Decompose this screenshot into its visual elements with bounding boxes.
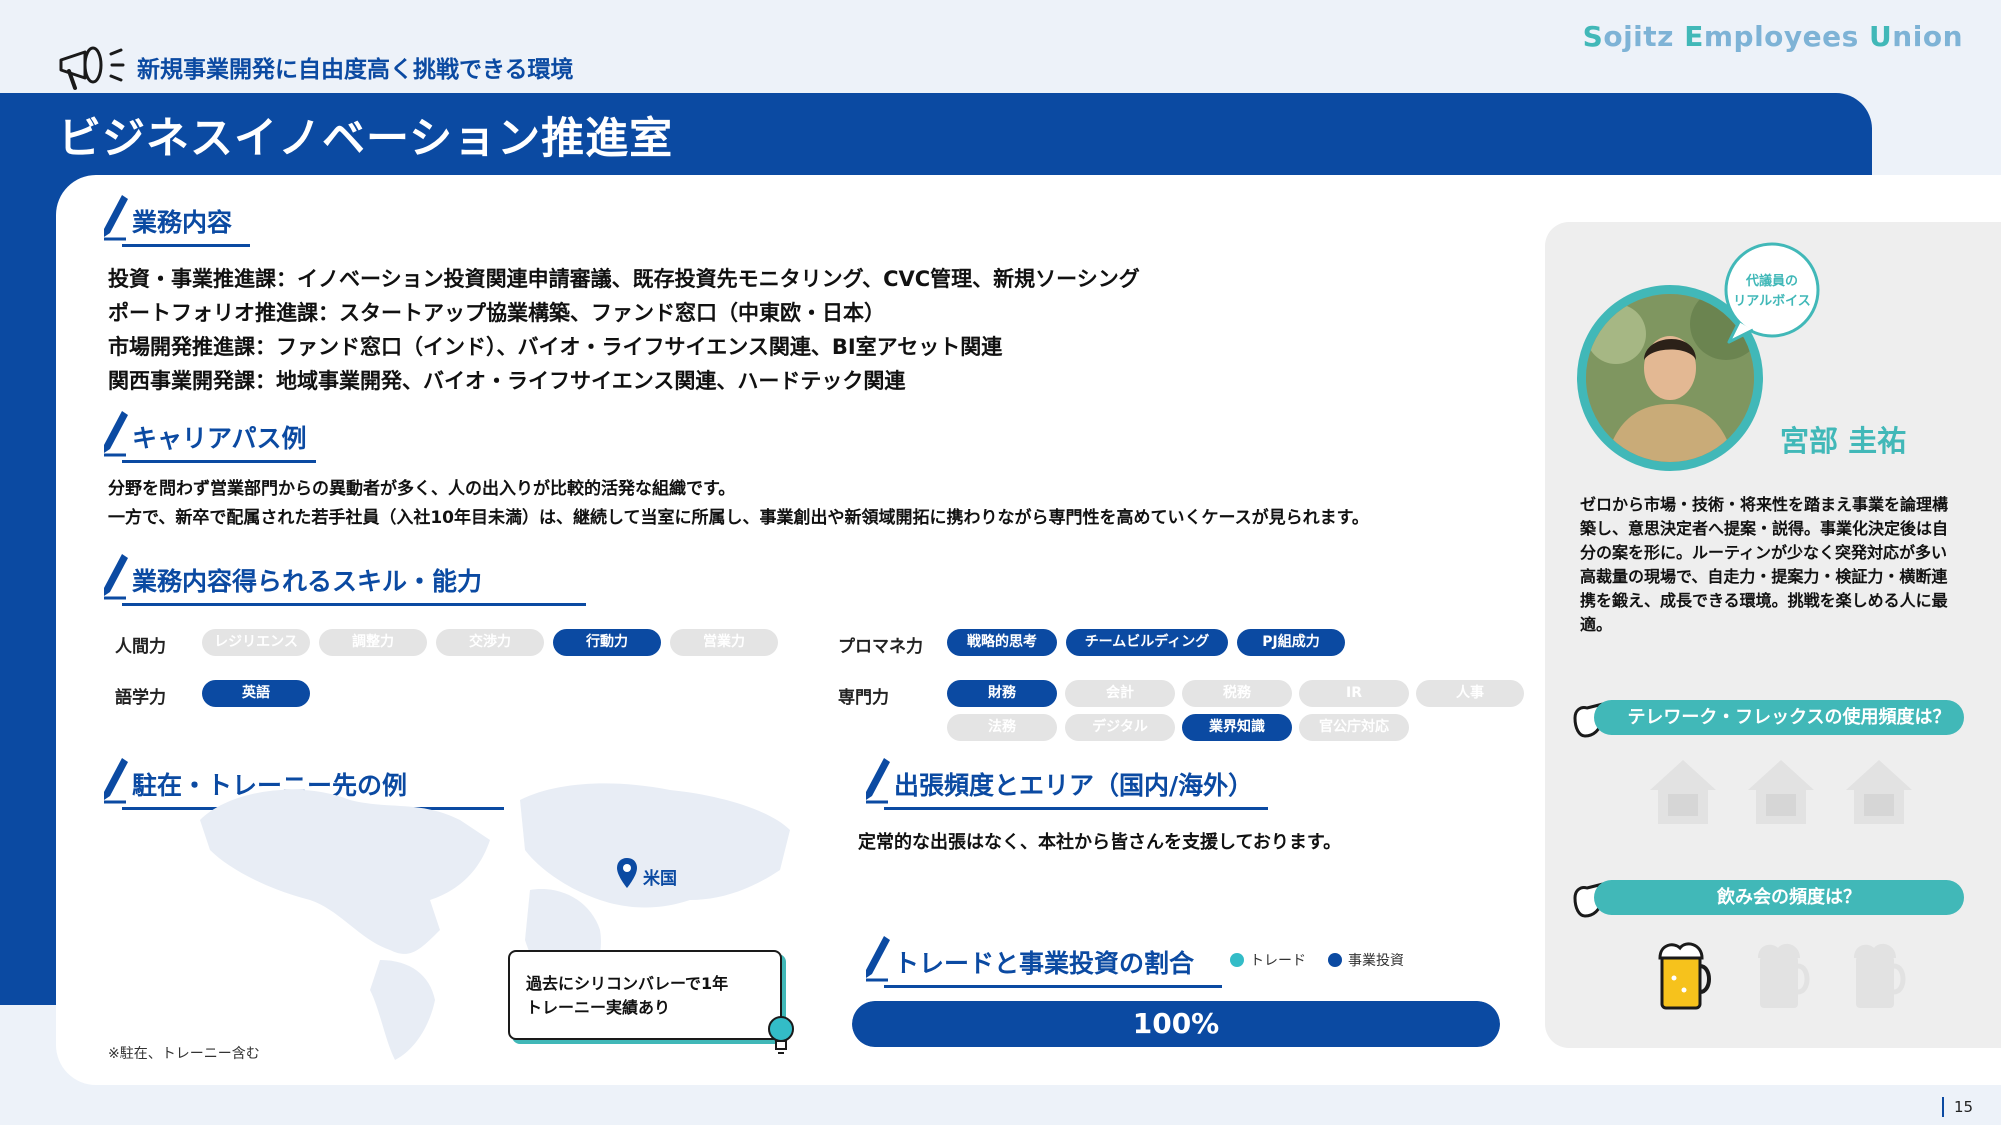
speech-bubble-text: 代議員の リアルボイス [1733,274,1811,309]
section-duties: 業務内容 [100,193,250,247]
legend-label-trade: トレード [1250,953,1306,969]
skill-pill: デジタル [1065,714,1175,741]
pen-icon [866,936,890,982]
skill-pill: 会計 [1065,680,1175,707]
duty-line: 市場開発推進課：ファンド窓口（インド）、バイオ・ライフサイエンス関連、BI室アセ… [108,335,1003,359]
postings-footnote: ※駐在、トレーニー含む [108,1046,260,1062]
skill-label-pm: プロマネ力 [838,637,923,657]
beer-mug-icon [1658,942,1711,1010]
skill-pill: PJ組成力 [1237,629,1345,656]
location-pin-icon [617,858,637,888]
skill-label-expertise: 専門力 [838,688,889,708]
career-text: 分野を問わず営業部門からの異動者が多く、人の出入りが比較的活発な組織です。 一方… [108,479,1369,528]
pen-icon [104,758,128,804]
legend-label-investment: 事業投資 [1348,953,1404,969]
skill-pill: 人事 [1416,680,1524,707]
house-icon [1650,760,1716,824]
skill-pill: チームビルディング [1066,629,1228,656]
skill-pill: 財務 [947,680,1057,707]
telework-question: テレワーク・フレックスの使用頻度は？ [1594,700,1964,735]
tagline: 新規事業開発に自由度高く挑戦できる環境 [137,57,574,83]
house-icon [1748,760,1814,824]
location-label: 米国 [643,869,677,889]
legend-dot-investment [1328,953,1342,967]
duty-line: 投資・事業推進課：イノベーション投資関連申請審議、既存投資先モニタリング、CVC… [108,267,1140,291]
skill-pill: IR [1299,680,1409,707]
skill-pill: 調整力 [319,629,427,656]
skill-pill: 交渉力 [436,629,544,656]
skill-pill: 英語 [202,680,310,707]
beer-mug-icon [1854,943,1906,1008]
pen-icon [866,758,890,804]
section-travel: 出張頻度とエリア（国内/海外） [862,756,1268,810]
legend-dot-trade [1230,953,1244,967]
skill-pill: 税務 [1182,680,1292,707]
drinking-question: 飲み会の頻度は？ [1594,880,1964,915]
megaphone-icon [59,46,125,90]
ratio-bar: 100% [852,1001,1500,1047]
skill-pill: レジリエンス [202,629,310,656]
skill-pill: 行動力 [553,629,661,656]
pen-icon [104,195,128,241]
beer-mug-icon [1758,943,1810,1008]
skill-pill: 業界知識 [1182,714,1292,741]
section-skills: 業務内容得られるスキル・能力 [100,552,586,606]
brand-logo: Sojitz Employees Union [1582,20,1963,53]
top-bar: 新規事業開発に自由度高く挑戦できる環境 Sojitz Employees Uni… [0,0,2001,95]
pen-icon [104,411,128,457]
travel-text: 定常的な出張はなく、本社から皆さんを支援しております。 [858,832,1342,853]
skill-pill: 戦略的思考 [947,629,1057,656]
skill-pill: 官公庁対応 [1299,714,1409,741]
duty-line: ポートフォリオ推進課：スタートアップ協業構築、ファンド窓口（中東欧・日本） [108,301,885,325]
duties-list: 投資・事業推進課：イノベーション投資関連申請審議、既存投資先モニタリング、CVC… [108,262,1140,398]
page-title: ビジネスイノベーション推進室 [58,114,674,164]
section-career: キャリアパス例 [100,409,320,463]
section-ratio: トレードと事業投資の割合 [862,934,1222,988]
house-icon [1846,760,1912,824]
page-number: 15 [1942,1097,1973,1117]
duty-line: 関西事業開発課：地域事業開発、バイオ・ライフサイエンス関連、ハードテック関連 [108,369,906,393]
trainee-callout: 過去にシリコンバレーで1年 トレーニー実績あり [508,950,782,1040]
representative-voice: ゼロから市場・技術・将来性を踏まえ事業を論理構築し、意思決定者へ提案・説得。事業… [1580,495,1949,634]
skill-label-language: 語学力 [115,688,166,708]
skill-label-human: 人間力 [115,637,166,657]
skill-pill: 営業力 [670,629,778,656]
ratio-percent-label: 100% [1132,1007,1220,1040]
ratio-legend: トレード 事業投資 [1230,950,1404,970]
lightbulb-icon [768,1016,794,1054]
pen-icon [104,554,128,600]
representative-name: 宮部 圭祐 [1780,424,1907,458]
skill-pill: 法務 [947,714,1057,741]
